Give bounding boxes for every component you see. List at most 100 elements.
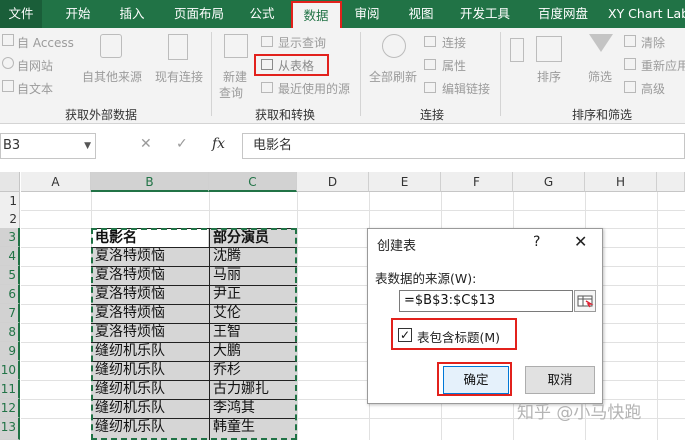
range-picker-icon[interactable] bbox=[574, 290, 596, 312]
existing-connections-button[interactable]: 现有连接 bbox=[155, 68, 203, 85]
gridline bbox=[657, 192, 658, 440]
connections-button[interactable]: 连接 bbox=[442, 34, 466, 51]
refresh-all-button[interactable]: 全部刷新 bbox=[369, 68, 417, 85]
row-header-9[interactable]: 9 bbox=[0, 342, 20, 361]
recent-sources-button[interactable]: 最近使用的源 bbox=[278, 80, 350, 97]
properties-button[interactable]: 属性 bbox=[442, 57, 466, 74]
cancel-button[interactable]: 取消 bbox=[525, 366, 595, 394]
group-separator bbox=[500, 32, 501, 116]
row-header-8[interactable]: 8 bbox=[0, 323, 20, 342]
column-header-a[interactable]: A bbox=[21, 172, 91, 192]
new-query-icon bbox=[224, 34, 248, 58]
column-header-h[interactable]: H bbox=[585, 172, 657, 192]
cancel-icon[interactable]: ✕ bbox=[140, 136, 152, 152]
copy-marquee bbox=[91, 228, 297, 440]
group-separator bbox=[360, 32, 361, 116]
column-header-next[interactable] bbox=[657, 172, 685, 192]
gridline bbox=[21, 210, 685, 211]
new-query-button[interactable]: 新建 bbox=[223, 68, 247, 85]
connections-icon bbox=[424, 36, 436, 47]
tab-file[interactable]: 文件 bbox=[0, 0, 42, 28]
formula-buttons: ✕ ✓ fx bbox=[128, 133, 236, 159]
web-icon bbox=[2, 57, 14, 69]
ribbon-tab-bar: 文件 开始 插入 页面布局 公式 数据 审阅 视图 开发工具 百度网盘 XY C… bbox=[0, 0, 685, 28]
name-box[interactable]: B3 ▼ bbox=[0, 133, 96, 159]
column-header-b[interactable]: B bbox=[91, 172, 209, 192]
insert-function-icon[interactable]: fx bbox=[212, 136, 225, 152]
sort-icon bbox=[536, 36, 562, 62]
row-header-7[interactable]: 7 bbox=[0, 304, 20, 323]
edit-links-icon bbox=[424, 82, 436, 93]
tab-formulas[interactable]: 公式 bbox=[240, 0, 284, 28]
formula-input[interactable]: 电影名 bbox=[242, 133, 685, 159]
tab-developer[interactable]: 开发工具 bbox=[452, 0, 518, 28]
filter-button[interactable]: 筛选 bbox=[588, 68, 612, 85]
reapply-button[interactable]: 重新应用 bbox=[641, 57, 685, 74]
row-header-3[interactable]: 3 bbox=[0, 228, 20, 247]
new-query-button-line2[interactable]: 查询 bbox=[219, 84, 243, 101]
sort-az-icon bbox=[510, 38, 524, 62]
name-box-value: B3 bbox=[3, 138, 21, 153]
column-header-f[interactable]: F bbox=[441, 172, 513, 192]
group-label-get-external: 获取外部数据 bbox=[65, 108, 138, 122]
row-header-2[interactable]: 2 bbox=[0, 210, 20, 229]
edit-links-button[interactable]: 编辑链接 bbox=[442, 80, 490, 97]
dialog-title: 创建表 bbox=[377, 239, 417, 254]
column-header-e[interactable]: E bbox=[369, 172, 441, 192]
show-queries-button[interactable]: 显示查询 bbox=[278, 34, 326, 51]
column-header-d[interactable]: D bbox=[297, 172, 369, 192]
sort-button[interactable]: 排序 bbox=[537, 68, 561, 85]
tab-view[interactable]: 视图 bbox=[399, 0, 443, 28]
advanced-button[interactable]: 高级 bbox=[641, 80, 665, 97]
highlight-ok-button bbox=[437, 362, 512, 396]
help-icon[interactable]: ? bbox=[533, 234, 540, 250]
select-all-corner[interactable] bbox=[0, 172, 20, 192]
tab-home[interactable]: 开始 bbox=[56, 0, 100, 28]
clear-button[interactable]: 清除 bbox=[641, 34, 665, 51]
range-input[interactable]: =$B$3:$C$13 bbox=[399, 290, 573, 312]
row-header-11[interactable]: 11 bbox=[0, 380, 20, 399]
row-header-12[interactable]: 12 bbox=[0, 399, 20, 418]
chevron-down-icon[interactable]: ▼ bbox=[84, 134, 91, 158]
other-sources-icon bbox=[100, 34, 122, 58]
tab-insert[interactable]: 插入 bbox=[110, 0, 154, 28]
ribbon-data: 自 Access 自网站 自文本 自其他来源 现有连接 获取外部数据 新建 查询… bbox=[0, 28, 685, 124]
column-header-c[interactable]: C bbox=[209, 172, 297, 192]
row-header-4[interactable]: 4 bbox=[0, 247, 20, 266]
tab-review[interactable]: 审阅 bbox=[345, 0, 389, 28]
group-label-sort-filter: 排序和筛选 bbox=[572, 108, 633, 122]
column-header-g[interactable]: G bbox=[513, 172, 585, 192]
tab-page-layout[interactable]: 页面布局 bbox=[164, 0, 234, 28]
formula-bar: B3 ▼ ✕ ✓ fx 电影名 bbox=[0, 131, 685, 161]
from-text-button[interactable]: 自文本 bbox=[17, 80, 53, 97]
existing-connections-icon bbox=[168, 34, 188, 60]
properties-icon bbox=[424, 59, 436, 70]
tab-baidu-netdisk[interactable]: 百度网盘 bbox=[530, 0, 596, 28]
highlight-has-headers bbox=[391, 318, 517, 350]
tab-xy-chart-lab[interactable]: XY Chart Lab bbox=[608, 0, 685, 28]
row-header-1[interactable]: 1 bbox=[0, 192, 20, 211]
access-icon bbox=[2, 34, 14, 46]
from-other-sources-button[interactable]: 自其他来源 bbox=[82, 68, 142, 85]
row-header-10[interactable]: 10 bbox=[0, 361, 20, 380]
text-icon bbox=[2, 80, 14, 92]
row-header-13[interactable]: 13 bbox=[0, 418, 20, 440]
group-label-connections: 连接 bbox=[420, 108, 445, 122]
highlight-from-table bbox=[254, 54, 329, 76]
filter-icon bbox=[589, 34, 613, 52]
refresh-all-icon bbox=[382, 34, 406, 58]
row-header-5[interactable]: 5 bbox=[0, 266, 20, 285]
group-separator bbox=[211, 32, 212, 116]
enter-icon[interactable]: ✓ bbox=[176, 136, 188, 152]
watermark: 知乎 @小马快跑 bbox=[517, 403, 642, 423]
row-header-6[interactable]: 6 bbox=[0, 285, 20, 304]
from-web-button[interactable]: 自网站 bbox=[17, 57, 53, 74]
highlight-data-tab bbox=[291, 1, 342, 30]
from-access-button[interactable]: 自 Access bbox=[17, 34, 74, 51]
gridline bbox=[297, 192, 298, 440]
range-picker-glyph bbox=[577, 295, 594, 308]
advanced-filter-icon bbox=[624, 81, 636, 93]
show-queries-icon bbox=[261, 36, 273, 47]
close-icon[interactable]: ✕ bbox=[574, 232, 587, 251]
recent-sources-icon bbox=[261, 82, 273, 93]
